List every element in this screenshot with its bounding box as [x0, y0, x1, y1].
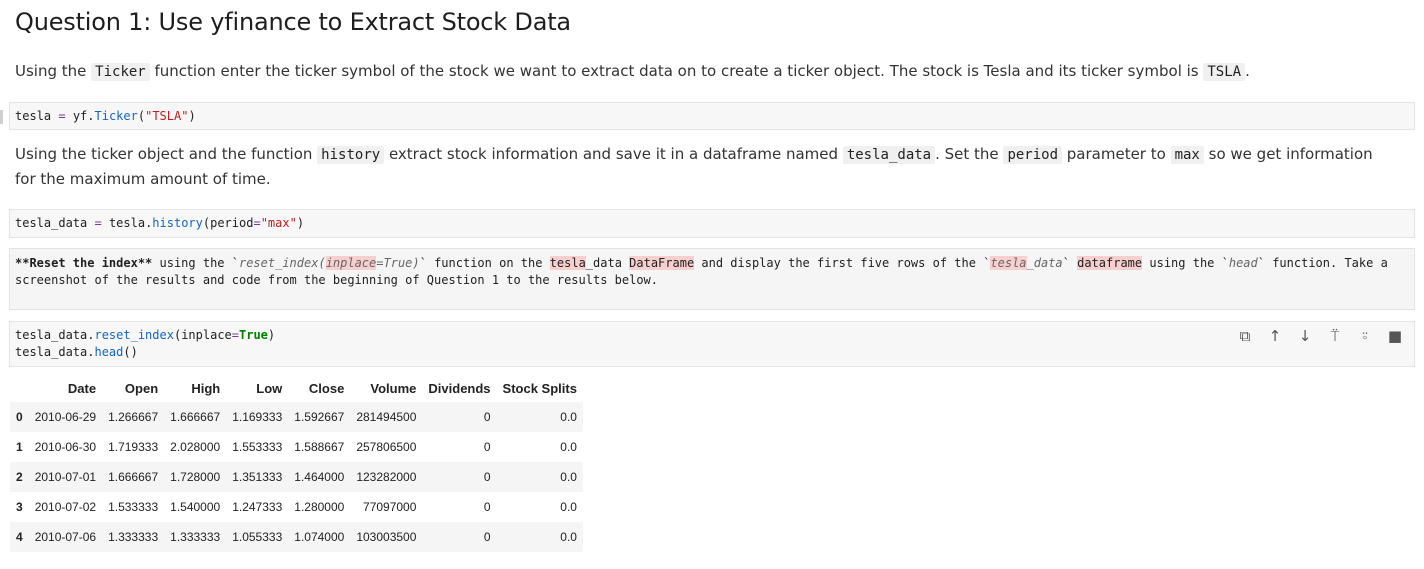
column-header: Volume	[370, 381, 417, 396]
table-cell: 2010-06-29	[34, 410, 97, 424]
delete-icon[interactable]: ■	[1386, 327, 1404, 345]
column-header: Date	[67, 381, 97, 396]
raw-markdown-cell[interactable]: **Reset the index** using the `reset_ind…	[9, 248, 1415, 310]
table-cell: 0.0	[560, 440, 577, 454]
table-cell: 77097000	[363, 500, 417, 514]
row-index: 0	[16, 410, 23, 424]
inline-code-period: period	[1003, 146, 1063, 164]
table-cell: 281494500	[356, 410, 417, 424]
table-cell: 0	[483, 530, 491, 544]
table-cell: 1.169333	[232, 410, 283, 424]
table-cell: 1.464000	[294, 470, 345, 484]
table-header-row: Date Open High Low Close Volume Dividends Stock…	[10, 375, 583, 402]
table-cell: 2010-07-02	[34, 500, 97, 514]
row-index: 3	[16, 500, 23, 514]
table-cell: 1.333333	[170, 530, 221, 544]
dataframe-output: Date Open High Low Close Volume Dividends Stock…	[10, 375, 583, 552]
table-cell: 0.0	[560, 500, 577, 514]
inline-code-max: max	[1170, 146, 1204, 164]
table-cell: 1.533333	[108, 500, 159, 514]
row-index: 2	[16, 470, 23, 484]
column-header: Dividends	[428, 381, 491, 396]
table-row: 3 2010-07-02 1.533333 1.540000 1.247333 1.280…	[10, 492, 583, 522]
table-cell: 1.540000	[170, 500, 221, 514]
cell-gutter	[0, 110, 3, 124]
column-header: Stock Splits	[502, 381, 577, 396]
table-row: 4 2010-07-06 1.333333 1.333333 1.055333 1.074…	[10, 522, 583, 552]
cell-toolbar: ⧉ ↑ ↓ ⍡ ⍤ ■	[1236, 327, 1404, 345]
arrow-down-icon[interactable]: ↓	[1296, 327, 1314, 345]
table-row: 0 2010-06-29 1.266667 1.666667 1.169333 1.592…	[10, 402, 583, 432]
row-index: 4	[16, 530, 23, 544]
arrow-up-icon[interactable]: ↑	[1266, 327, 1284, 345]
table-cell: 1.719333	[108, 440, 159, 454]
table-cell: 1.280000	[294, 500, 345, 514]
column-header: Close	[308, 381, 345, 396]
table-cell: 0.0	[560, 470, 577, 484]
table-cell: 0	[483, 470, 491, 484]
code-cell-history[interactable]: tesla_data = tesla.history(period="max")	[9, 209, 1415, 238]
instruction-paragraph-2: Using the ticker object and the function…	[15, 145, 1373, 188]
table-cell: 1.553333	[232, 440, 283, 454]
copy-icon[interactable]: ⧉	[1236, 327, 1254, 345]
column-header: Open	[124, 381, 159, 396]
column-header	[10, 375, 29, 402]
table-cell: 0	[483, 410, 491, 424]
table-cell: 1.666667	[170, 410, 221, 424]
table-cell: 1.333333	[108, 530, 159, 544]
table-cell: 1.351333	[232, 470, 283, 484]
table-cell: 1.266667	[108, 410, 159, 424]
inline-code-ticker: Ticker	[91, 63, 150, 81]
table-cell: 1.728000	[170, 470, 221, 484]
table-row: 1 2010-06-30 1.719333 2.028000 1.553333 1.588…	[10, 432, 583, 462]
row-index: 1	[16, 440, 23, 454]
table-cell: 0	[483, 440, 491, 454]
table-cell: 0	[483, 500, 491, 514]
inline-code-tesla-data: tesla_data	[842, 146, 936, 164]
column-header: Low	[256, 381, 283, 396]
table-row: 2 2010-07-01 1.666667 1.728000 1.351333 1.464…	[10, 462, 583, 492]
table-cell: 0.0	[560, 530, 577, 544]
insert-above-icon[interactable]: ⍡	[1326, 327, 1344, 345]
table-cell: 1.588667	[294, 440, 345, 454]
table-cell: 123282000	[356, 470, 417, 484]
instruction-paragraph-1: Using the Ticker function enter the tick…	[15, 62, 1250, 81]
table-cell: 2010-06-30	[34, 440, 97, 454]
inline-code-tsla: TSLA	[1203, 63, 1246, 81]
question-heading: Question 1: Use yfinance to Extract Stoc…	[15, 8, 571, 36]
table-cell: 103003500	[356, 530, 417, 544]
column-header: High	[191, 381, 221, 396]
table-cell: 1.592667	[294, 410, 345, 424]
table-cell: 0.0	[560, 410, 577, 424]
table-cell: 1.055333	[232, 530, 283, 544]
table-cell: 1.247333	[232, 500, 283, 514]
table-cell: 1.666667	[108, 470, 159, 484]
table-cell: 2010-07-06	[34, 530, 97, 544]
table-cell: 257806500	[356, 440, 417, 454]
table-cell: 2.028000	[170, 440, 221, 454]
table-cell: 2010-07-01	[34, 470, 97, 484]
code-cell-reset-index[interactable]: tesla_data.reset_index(inplace=True) tes…	[9, 321, 1415, 367]
code-cell-ticker[interactable]: tesla = yf.Ticker("TSLA")	[9, 102, 1415, 130]
inline-code-history: history	[317, 146, 385, 164]
table-cell: 1.074000	[294, 530, 345, 544]
insert-below-icon[interactable]: ⍤	[1356, 327, 1374, 345]
